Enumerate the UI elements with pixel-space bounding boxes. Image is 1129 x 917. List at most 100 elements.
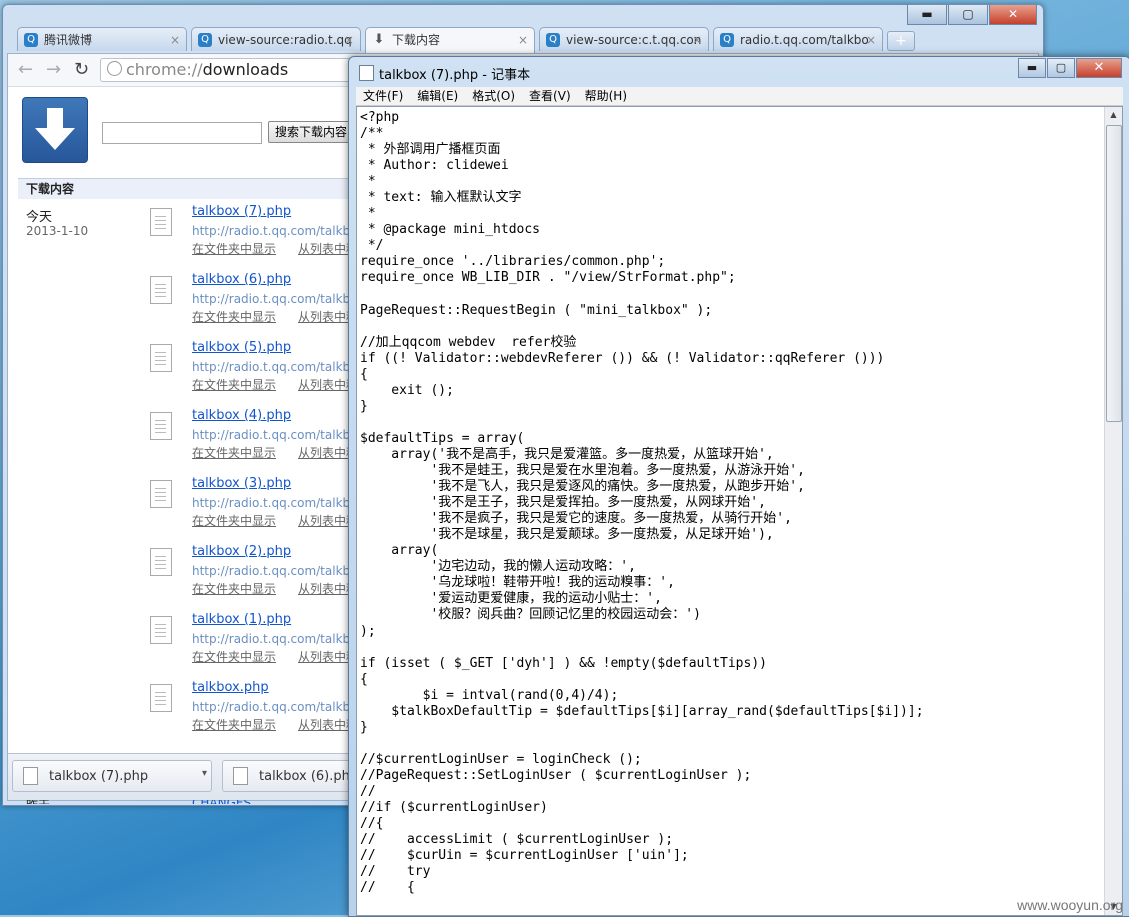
address-host: downloads xyxy=(202,60,289,79)
file-icon xyxy=(150,480,172,508)
download-arrow-icon: ⬇ xyxy=(373,32,385,47)
show-in-folder-link[interactable]: 在文件夹中显示 xyxy=(192,648,276,665)
file-icon xyxy=(150,344,172,372)
tab-close-icon[interactable]: × xyxy=(518,28,528,52)
scrollbar-thumb[interactable] xyxy=(1106,125,1122,422)
tab-close-icon[interactable]: × xyxy=(170,28,180,51)
tab-label: view-source:c.t.qq.con xyxy=(566,33,702,47)
close-window-button[interactable]: ✕ xyxy=(989,5,1037,25)
show-in-folder-link[interactable]: 在文件夹中显示 xyxy=(192,716,276,733)
download-source-url[interactable]: http://radio.t.qq.com/talkbox xyxy=(192,292,364,306)
file-icon xyxy=(150,208,172,236)
watermark-text: www.wooyun.org xyxy=(1017,897,1123,913)
download-source-url[interactable]: http://radio.t.qq.com/talkbox xyxy=(192,496,364,510)
tab-label: view-source:radio.t.qq xyxy=(218,33,352,47)
tab-label: radio.t.qq.com/talkbo xyxy=(740,33,869,47)
chrome-window-controls: ▬ ▢ ✕ xyxy=(906,5,1037,25)
download-item: talkbox (5).php http://radio.t.qq.com/tal… xyxy=(150,340,370,404)
tab-label: 腾讯微博 xyxy=(44,33,93,47)
download-source-url[interactable]: http://radio.t.qq.com/talkbox xyxy=(192,700,364,714)
vertical-scrollbar[interactable]: ▲ ▼ xyxy=(1104,107,1122,915)
qq-favicon-icon: Q xyxy=(720,33,734,47)
show-in-folder-link[interactable]: 在文件夹中显示 xyxy=(192,580,276,597)
tab-view-source-ct[interactable]: Q view-source:c.t.qq.con × xyxy=(539,27,709,51)
minimize-button[interactable]: ▬ xyxy=(907,5,947,25)
window-title: talkbox (7).php - 记事本 xyxy=(379,68,531,83)
tab-tencent-weibo[interactable]: Q 腾讯微博 × xyxy=(17,27,187,51)
download-filename-link[interactable]: talkbox (6).php xyxy=(192,272,291,287)
download-source-url[interactable]: http://radio.t.qq.com/talkbox xyxy=(192,632,364,646)
download-item: talkbox.php http://radio.t.qq.com/talkbox… xyxy=(150,680,370,744)
show-in-folder-link[interactable]: 在文件夹中显示 xyxy=(192,240,276,257)
download-item: talkbox (3).php http://radio.t.qq.com/tal… xyxy=(150,476,370,540)
downloads-logo-icon xyxy=(22,97,88,163)
qq-favicon-icon: Q xyxy=(546,33,560,47)
tab-close-icon[interactable]: × xyxy=(344,28,354,51)
search-downloads-input[interactable] xyxy=(102,122,262,144)
download-item: talkbox (6).php http://radio.t.qq.com/tal… xyxy=(150,272,370,336)
file-content[interactable]: <?php /** * 外部调用广播框页面 * Author: clidewei… xyxy=(357,107,1104,915)
tab-downloads[interactable]: ⬇ 下载内容 × xyxy=(365,27,535,53)
download-source-url[interactable]: http://radio.t.qq.com/talkbox xyxy=(192,564,364,578)
chevron-down-icon[interactable]: ▾ xyxy=(202,758,207,790)
download-filename-link[interactable]: talkbox (1).php xyxy=(192,612,291,627)
maximize-button[interactable]: ▢ xyxy=(1047,58,1075,78)
shelf-item-label: talkbox (7).php xyxy=(49,769,149,784)
menu-view[interactable]: 查看(V) xyxy=(522,87,578,105)
shelf-item[interactable]: talkbox (7).php ▾ xyxy=(12,760,212,792)
tab-close-icon[interactable]: × xyxy=(692,28,702,51)
file-icon xyxy=(150,548,172,576)
file-icon xyxy=(150,412,172,440)
tab-view-source-radio[interactable]: Q view-source:radio.t.qq × xyxy=(191,27,361,51)
file-icon xyxy=(150,616,172,644)
date-group-date: 2013-1-10 xyxy=(26,224,89,238)
download-filename-link[interactable]: talkbox (4).php xyxy=(192,408,291,423)
download-item: talkbox (1).php http://radio.t.qq.com/tal… xyxy=(150,612,370,676)
file-icon xyxy=(150,684,172,712)
tab-strip: Q 腾讯微博 × Q view-source:radio.t.qq × ⬇ 下载… xyxy=(17,27,915,53)
file-icon xyxy=(233,767,248,785)
qq-favicon-icon: Q xyxy=(198,33,212,47)
download-source-url[interactable]: http://radio.t.qq.com/talkbox xyxy=(192,428,364,442)
download-filename-link[interactable]: talkbox (7).php xyxy=(192,204,291,219)
menu-file[interactable]: 文件(F) xyxy=(356,87,410,105)
tab-radio-talkbox[interactable]: Q radio.t.qq.com/talkbo × xyxy=(713,27,883,51)
close-window-button[interactable]: ✕ xyxy=(1076,58,1122,78)
date-group-label: 今天 xyxy=(26,210,53,225)
download-item: talkbox (7).php http://radio.t.qq.com/tal… xyxy=(150,204,370,268)
scroll-up-icon[interactable]: ▲ xyxy=(1105,107,1122,123)
text-editor-area[interactable]: <?php /** * 外部调用广播框页面 * Author: clidewei… xyxy=(356,106,1123,916)
search-downloads-button[interactable]: 搜索下载内容 xyxy=(268,121,355,143)
menu-edit[interactable]: 编辑(E) xyxy=(410,87,465,105)
qq-favicon-icon: Q xyxy=(24,33,38,47)
download-source-url[interactable]: http://radio.t.qq.com/talkbox xyxy=(192,360,364,374)
show-in-folder-link[interactable]: 在文件夹中显示 xyxy=(192,444,276,461)
notepad-window: talkbox (7).php - 记事本 ▬ ▢ ✕ 文件(F) 编辑(E) … xyxy=(348,56,1129,917)
tab-label: 下载内容 xyxy=(392,33,441,47)
notepad-icon xyxy=(359,65,374,81)
menu-bar: 文件(F) 编辑(E) 格式(O) 查看(V) 帮助(H) xyxy=(356,87,1123,106)
download-filename-link[interactable]: talkbox (3).php xyxy=(192,476,291,491)
show-in-folder-link[interactable]: 在文件夹中显示 xyxy=(192,512,276,529)
show-in-folder-link[interactable]: 在文件夹中显示 xyxy=(192,376,276,393)
show-in-folder-link[interactable]: 在文件夹中显示 xyxy=(192,308,276,325)
forward-arrow-icon[interactable]: → xyxy=(46,59,61,80)
file-icon xyxy=(23,767,38,785)
back-arrow-icon[interactable]: ← xyxy=(18,59,33,80)
file-icon xyxy=(150,276,172,304)
menu-format[interactable]: 格式(O) xyxy=(465,87,522,105)
download-filename-link[interactable]: talkbox (5).php xyxy=(192,340,291,355)
tab-close-icon[interactable]: × xyxy=(866,28,876,51)
download-item: talkbox (2).php http://radio.t.qq.com/tal… xyxy=(150,544,370,608)
download-source-url[interactable]: http://radio.t.qq.com/talkbox xyxy=(192,224,364,238)
maximize-button[interactable]: ▢ xyxy=(948,5,988,25)
reload-icon[interactable]: ↻ xyxy=(74,59,89,80)
notepad-window-controls: ▬ ▢ ✕ xyxy=(1017,58,1122,78)
shelf-item-label: talkbox (6).php xyxy=(259,769,359,784)
download-filename-link[interactable]: talkbox (2).php xyxy=(192,544,291,559)
new-tab-button[interactable]: + xyxy=(887,31,915,51)
download-filename-link[interactable]: talkbox.php xyxy=(192,680,269,695)
minimize-button[interactable]: ▬ xyxy=(1018,58,1046,78)
downloads-section-header: 下载内容 xyxy=(18,178,366,199)
menu-help[interactable]: 帮助(H) xyxy=(578,87,634,105)
